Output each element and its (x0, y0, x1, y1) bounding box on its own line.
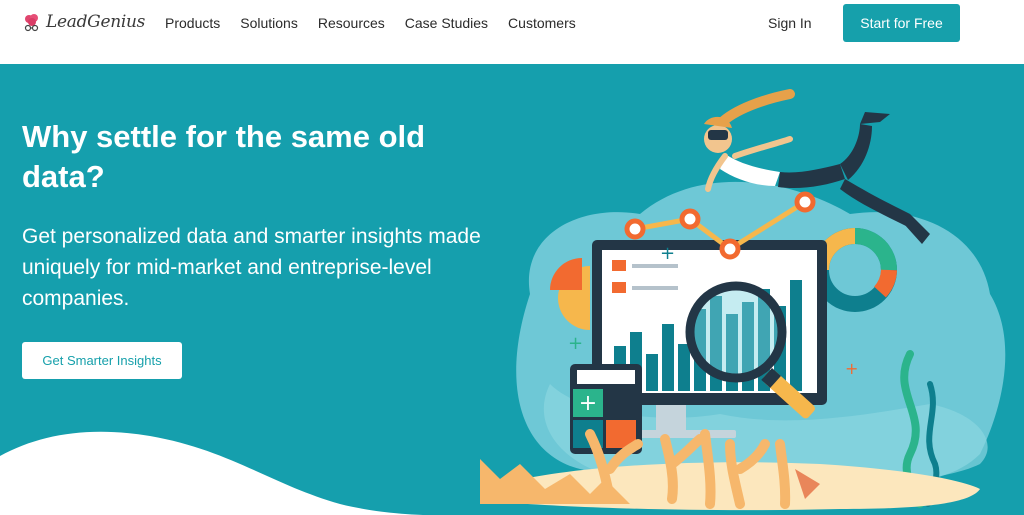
svg-text:+: + (660, 243, 675, 264)
menu-item-solutions[interactable]: Solutions (240, 15, 298, 31)
svg-text:+: + (579, 391, 597, 416)
menu-item-products[interactable]: Products (165, 15, 220, 31)
logo[interactable]: LeadGenius (22, 12, 145, 32)
hero-section: Why settle for the same old data? Get pe… (0, 64, 1024, 515)
menu-item-customers[interactable]: Customers (508, 15, 576, 31)
menu-item-case-studies[interactable]: Case Studies (405, 15, 488, 31)
svg-text:+: + (845, 359, 858, 378)
hero-subtitle: Get personalized data and smarter insigh… (22, 225, 481, 310)
get-smarter-insights-button[interactable]: Get Smarter Insights (22, 342, 182, 379)
svg-text:+: + (568, 333, 583, 354)
main-menu: Products Solutions Resources Case Studie… (165, 15, 576, 31)
top-navigation: LeadGenius Products Solutions Resources … (0, 0, 1024, 64)
hero-title: Why settle for the same old data? (22, 119, 426, 194)
start-for-free-button[interactable]: Start for Free (843, 4, 960, 42)
logo-text: LeadGenius (46, 12, 146, 32)
diver-analytics-illustration: + + + + (480, 89, 1006, 511)
menu-item-resources[interactable]: Resources (318, 15, 385, 31)
brain-logo-icon (24, 14, 39, 32)
sign-in-link[interactable]: Sign In (768, 15, 812, 31)
